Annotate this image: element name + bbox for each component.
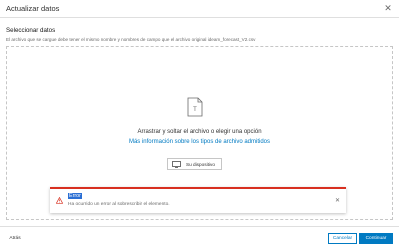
- dialog-title: Actualizar datos: [6, 4, 60, 13]
- dialog-footer: Atrás Cancelar Continuar: [0, 226, 399, 248]
- monitor-icon: [172, 161, 181, 168]
- error-message: Ha ocurrido un error al sobrescribir el …: [68, 202, 170, 207]
- section-description: El archivo que se cargue debe tener el m…: [6, 37, 256, 42]
- dialog-header: Actualizar datos ✕: [0, 0, 399, 18]
- continue-button[interactable]: Continuar: [359, 233, 393, 244]
- supported-file-types-link-row: Más información sobre los tipos de archi…: [0, 139, 399, 145]
- svg-text:T: T: [193, 107, 197, 113]
- close-icon[interactable]: ✕: [335, 197, 340, 204]
- section-title: Seleccionar datos: [6, 27, 56, 34]
- file-icon: T: [187, 97, 203, 117]
- your-device-button[interactable]: Su dispositivo: [167, 158, 222, 170]
- your-device-label: Su dispositivo: [186, 162, 215, 167]
- error-title: Error: [68, 193, 82, 199]
- error-alert: Error Ha ocurrido un error al sobrescrib…: [50, 187, 346, 213]
- supported-file-types-link[interactable]: Más información sobre los tipos de archi…: [129, 139, 270, 145]
- update-data-dialog: Actualizar datos ✕ Seleccionar datos El …: [0, 0, 399, 248]
- warning-icon: [56, 197, 63, 204]
- back-button[interactable]: Atrás: [6, 233, 24, 244]
- dropzone-instructions: Arrastrar y soltar el archivo o elegir u…: [137, 129, 262, 135]
- cancel-button[interactable]: Cancelar: [328, 233, 357, 244]
- close-icon[interactable]: ✕: [383, 3, 393, 13]
